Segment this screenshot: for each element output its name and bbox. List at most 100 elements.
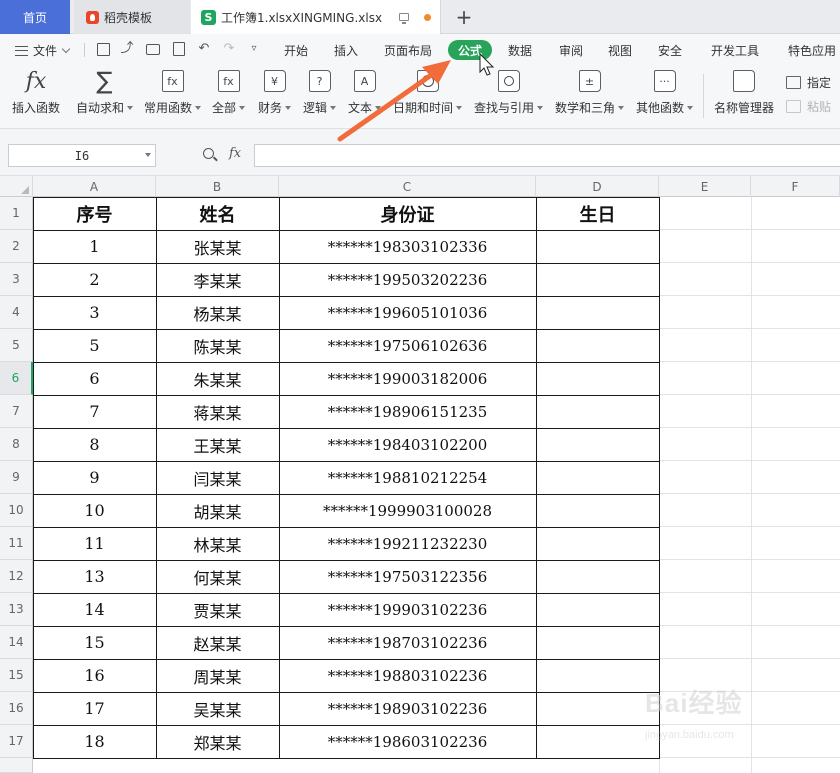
row-header-15[interactable]: 15 [0, 659, 33, 692]
cell-b5[interactable]: 陈某某 [156, 329, 279, 362]
zoom-icon[interactable] [203, 148, 214, 159]
lookup-reference-button[interactable]: 查找与引用 [474, 70, 544, 116]
tab-formula[interactable]: 公式 [448, 40, 492, 60]
cell-b15[interactable]: 周某某 [156, 659, 279, 692]
text-functions-button[interactable]: A 文本 [348, 70, 382, 116]
cell-d16[interactable] [536, 692, 659, 725]
header-cell-c[interactable]: 身份证 [279, 197, 536, 230]
row-header-5[interactable]: 5 [0, 329, 33, 362]
row-header-9[interactable]: 9 [0, 461, 33, 494]
cell-b9[interactable]: 闫某某 [156, 461, 279, 494]
row-header-17[interactable]: 17 [0, 725, 33, 758]
paste-name-button[interactable]: 粘贴 [786, 98, 831, 115]
cell-d4[interactable] [536, 296, 659, 329]
cell-a13[interactable]: 14 [33, 593, 156, 626]
row-header-6[interactable]: 6 [0, 362, 33, 395]
cell-a17[interactable]: 18 [33, 725, 156, 758]
cell-a10[interactable]: 10 [33, 494, 156, 527]
insert-function-button[interactable]: fx 插入函数 [12, 69, 60, 116]
redo-icon[interactable]: ↷ [222, 42, 236, 56]
file-menu-button[interactable]: 文件 [15, 42, 71, 59]
export-icon[interactable]: ⤴ [120, 42, 134, 56]
row-header-16[interactable]: 16 [0, 692, 33, 725]
cell-c10[interactable]: ******1999903100028 [279, 494, 536, 527]
header-cell-a[interactable]: 序号 [33, 197, 156, 230]
cell-c14[interactable]: ******198703102236 [279, 626, 536, 659]
cell-b12[interactable]: 何某某 [156, 560, 279, 593]
cell-c5[interactable]: ******197506102636 [279, 329, 536, 362]
cell-b13[interactable]: 贾某某 [156, 593, 279, 626]
cell-b2[interactable]: 张某某 [156, 230, 279, 263]
tab-developer[interactable]: 开发工具 [711, 42, 759, 59]
cell-b4[interactable]: 杨某某 [156, 296, 279, 329]
cell-a15[interactable]: 16 [33, 659, 156, 692]
cell-c7[interactable]: ******198906151235 [279, 395, 536, 428]
print-preview-icon[interactable] [172, 42, 186, 56]
tab-home-ribbon[interactable]: 开始 [284, 42, 308, 59]
other-functions-button[interactable]: ··· 其他函数 [636, 70, 694, 116]
cell-c9[interactable]: ******198810212254 [279, 461, 536, 494]
date-time-button[interactable]: 日期和时间 [393, 70, 463, 116]
tab-template[interactable]: 稻壳模板 [74, 0, 190, 34]
cell-d6[interactable] [536, 362, 659, 395]
cell-c13[interactable]: ******199903102236 [279, 593, 536, 626]
column-header-c[interactable]: C [279, 176, 536, 197]
row-header-12[interactable]: 12 [0, 560, 33, 593]
cell-c6[interactable]: ******199003182006 [279, 362, 536, 395]
tab-insert[interactable]: 插入 [334, 42, 358, 59]
cell-a2[interactable]: 1 [33, 230, 156, 263]
cell-a7[interactable]: 7 [33, 395, 156, 428]
cell-b11[interactable]: 林某某 [156, 527, 279, 560]
row-header-8[interactable]: 8 [0, 428, 33, 461]
row-header-7[interactable]: 7 [0, 395, 33, 428]
cell-b10[interactable]: 胡某某 [156, 494, 279, 527]
cell-c17[interactable]: ******198603102236 [279, 725, 536, 758]
column-header-b[interactable]: B [156, 176, 279, 197]
autosum-button[interactable]: ∑ 自动求和 [76, 67, 134, 116]
cell-a8[interactable]: 8 [33, 428, 156, 461]
header-cell-b[interactable]: 姓名 [156, 197, 279, 230]
tab-home[interactable]: 首页 [0, 0, 70, 34]
column-header-e[interactable]: E [659, 176, 751, 197]
spreadsheet-grid[interactable]: ABCDEF 1 2 3 4 5 6 7 8 9 10 11 12 13 14 15 16 17 序号 姓名 身份证生… [0, 176, 840, 773]
cell-c8[interactable]: ******198403102200 [279, 428, 536, 461]
cell-d10[interactable] [536, 494, 659, 527]
cell-d7[interactable] [536, 395, 659, 428]
row-header-3[interactable]: 3 [0, 263, 33, 296]
common-functions-button[interactable]: fx 常用函数 [144, 70, 202, 116]
cell-b14[interactable]: 赵某某 [156, 626, 279, 659]
cell-c16[interactable]: ******198903102236 [279, 692, 536, 725]
name-manager-button[interactable]: 名称管理器 [714, 70, 774, 116]
row-header-11[interactable]: 11 [0, 527, 33, 560]
cell-a11[interactable]: 11 [33, 527, 156, 560]
math-trig-button[interactable]: ± 数学和三角 [555, 70, 625, 116]
tab-security[interactable]: 安全 [658, 42, 682, 59]
monitor-icon[interactable] [399, 13, 409, 24]
undo-icon[interactable]: ↶ [197, 42, 211, 56]
cell-d8[interactable] [536, 428, 659, 461]
cell-a9[interactable]: 9 [33, 461, 156, 494]
row-header-10[interactable]: 10 [0, 494, 33, 527]
tab-workbook[interactable]: S 工作簿1.xlsxXINGMING.xlsx [191, 0, 441, 34]
cell-d9[interactable] [536, 461, 659, 494]
cell-d13[interactable] [536, 593, 659, 626]
cell-d17[interactable] [536, 725, 659, 758]
cell-b17[interactable]: 郑某某 [156, 725, 279, 758]
tab-data[interactable]: 数据 [508, 42, 532, 59]
cell-b3[interactable]: 李某某 [156, 263, 279, 296]
cell-a3[interactable]: 2 [33, 263, 156, 296]
cell-a6[interactable]: 6 [33, 362, 156, 395]
cell-b8[interactable]: 王某某 [156, 428, 279, 461]
header-cell-d[interactable]: 生日 [536, 197, 659, 230]
cell-d15[interactable] [536, 659, 659, 692]
tab-page-layout[interactable]: 页面布局 [384, 42, 432, 59]
cell-d5[interactable] [536, 329, 659, 362]
cell-b16[interactable]: 吴某某 [156, 692, 279, 725]
new-tab-button[interactable]: + [453, 0, 475, 34]
cell-d2[interactable] [536, 230, 659, 263]
customize-dropdown-icon[interactable]: ▿ [247, 42, 261, 56]
column-header-f[interactable]: F [751, 176, 840, 197]
row-header-2[interactable]: 2 [0, 230, 33, 263]
fx-icon[interactable]: fx [229, 146, 241, 161]
cell-d14[interactable] [536, 626, 659, 659]
